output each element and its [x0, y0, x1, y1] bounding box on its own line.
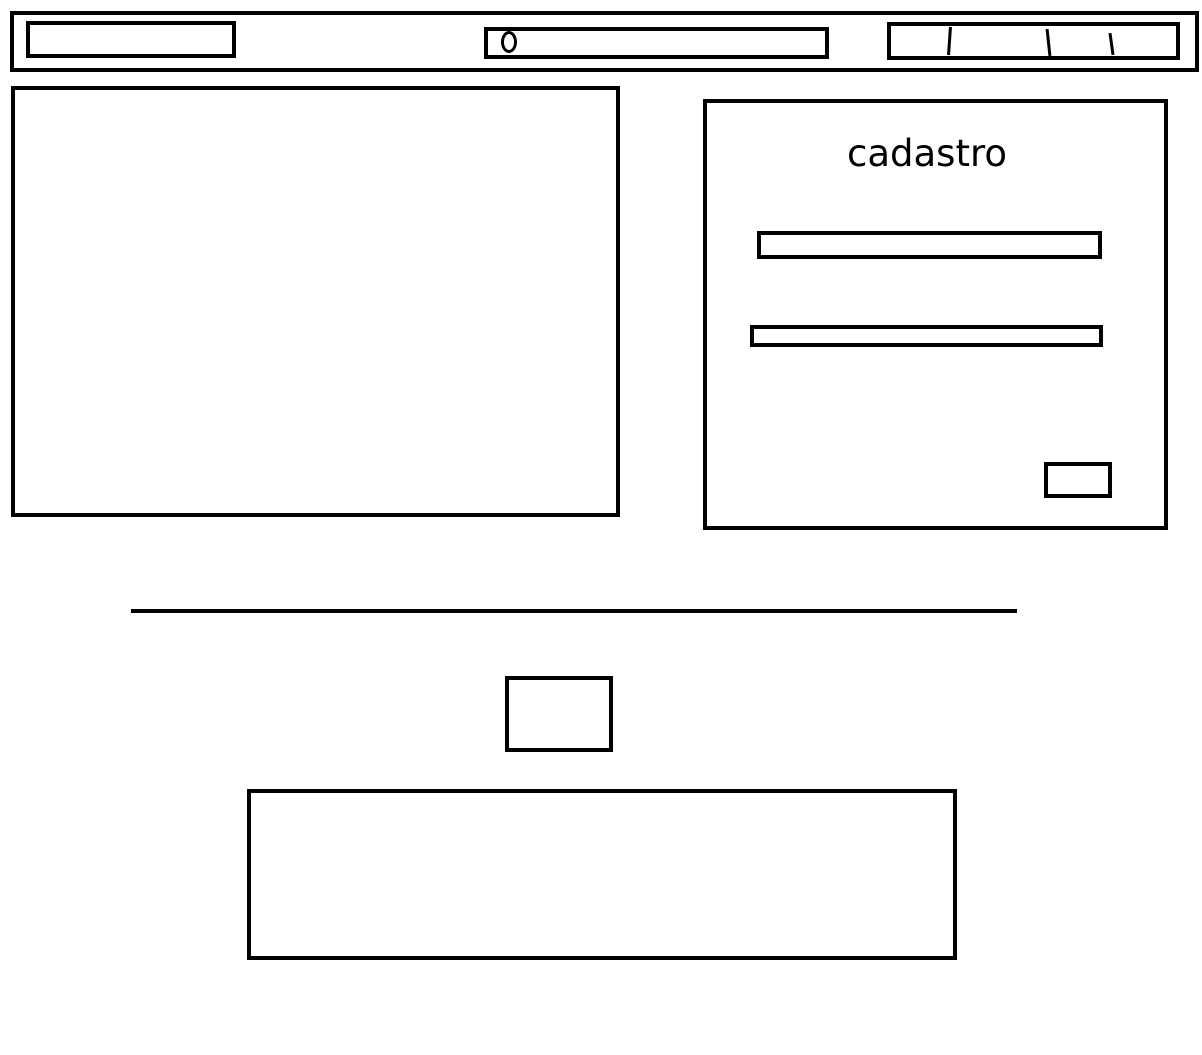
hero-banner: [11, 86, 620, 517]
nav-menu: [887, 22, 1180, 60]
search-input[interactable]: [484, 27, 829, 59]
signup-title: cadastro: [847, 132, 1007, 175]
signup-submit-button[interactable]: [1044, 462, 1112, 498]
signup-field-1[interactable]: [757, 231, 1102, 259]
section-divider: [131, 609, 1017, 613]
signup-field-2[interactable]: [750, 325, 1103, 347]
center-button[interactable]: [505, 676, 613, 752]
search-icon[interactable]: [501, 31, 517, 53]
footer-panel: [247, 789, 957, 960]
logo[interactable]: [26, 21, 236, 58]
